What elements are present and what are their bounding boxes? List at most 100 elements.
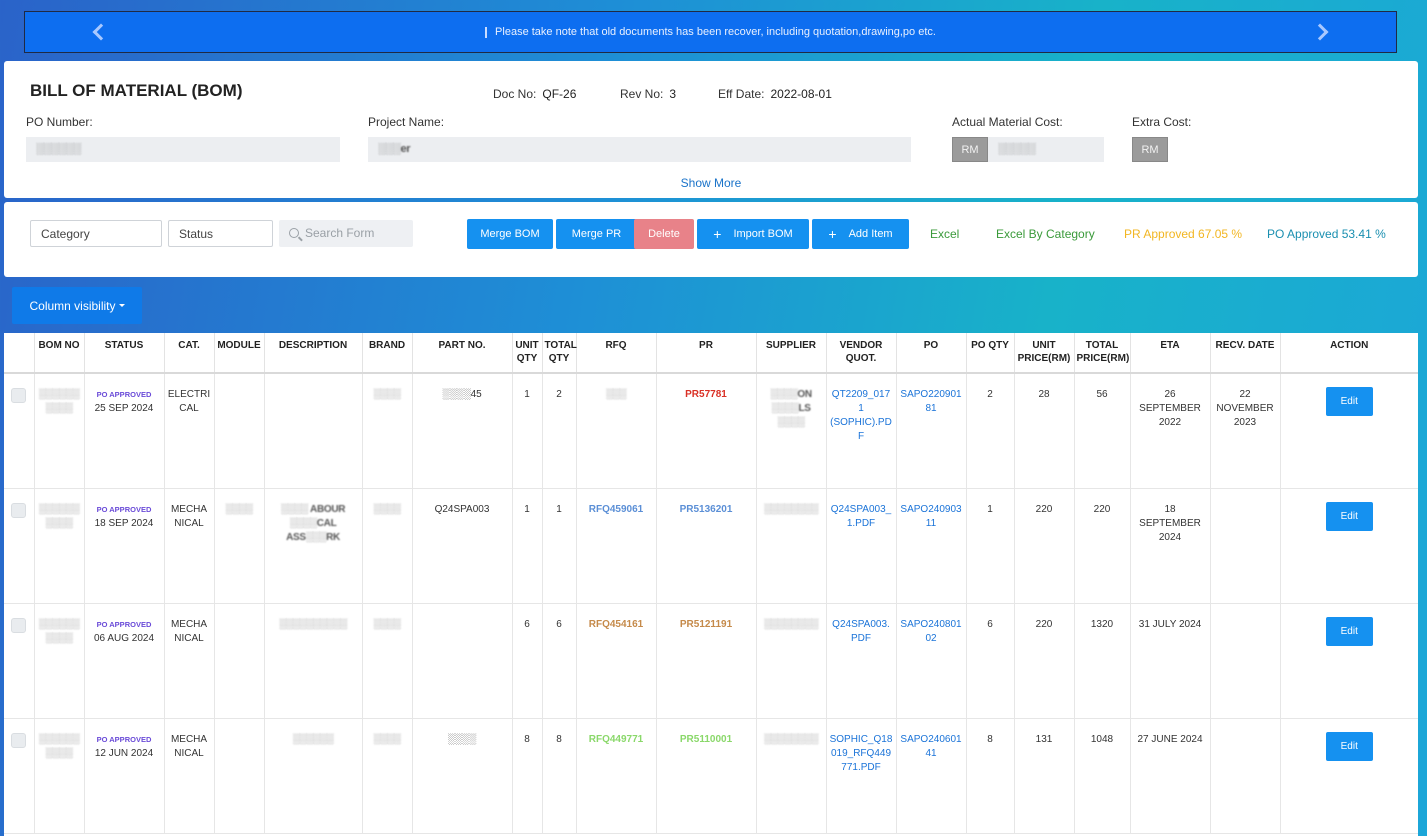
- status-cell: PO APPROVED 06 AUG 2024: [83, 603, 164, 719]
- column-header[interactable]: TOTAL QTY: [541, 333, 577, 374]
- column-header[interactable]: PART NO.: [411, 333, 512, 374]
- po-link[interactable]: SAPO24090311: [900, 504, 961, 529]
- bom-no-cell: ░░░░░░░░░░: [33, 373, 84, 489]
- table-row: ░░░░░░░░░░ PO APPROVED 06 AUG 2024 MECHAN…: [4, 603, 1418, 719]
- actual-cost-field[interactable]: ░░░░░: [988, 137, 1104, 162]
- module-cell: [213, 373, 264, 489]
- excel-link[interactable]: Excel: [930, 227, 959, 241]
- column-visibility-button[interactable]: Column visibility: [12, 287, 142, 324]
- column-header[interactable]: SUPPLIER: [755, 333, 826, 374]
- category-select[interactable]: Category: [30, 220, 162, 247]
- po-qty-cell: 8: [965, 718, 1014, 834]
- bom-no-cell: ░░░░░░░░░░: [33, 603, 84, 719]
- edit-button[interactable]: Edit: [1325, 387, 1373, 416]
- column-header[interactable]: PO QTY: [965, 333, 1014, 374]
- brand-cell: ░░░░: [361, 373, 412, 489]
- column-header[interactable]: ETA: [1129, 333, 1210, 374]
- eta-cell: 18 SEPTEMBER 2024: [1129, 488, 1210, 604]
- merge-pr-button[interactable]: Merge PR: [556, 219, 637, 249]
- part-no-cell: ░░░░: [411, 718, 512, 834]
- column-header[interactable]: BRAND: [361, 333, 412, 374]
- column-header[interactable]: TOTAL PRICE(RM): [1073, 333, 1130, 374]
- eta-cell: 27 JUNE 2024: [1129, 718, 1210, 834]
- column-header[interactable]: PR: [655, 333, 756, 374]
- unit-qty-cell: 6: [511, 603, 542, 719]
- chevron-right-icon[interactable]: [1311, 23, 1329, 41]
- pr-cell: PR5136201: [655, 488, 756, 604]
- po-link[interactable]: SAPO24060141: [900, 734, 961, 759]
- column-header[interactable]: PO: [895, 333, 966, 374]
- row-checkbox[interactable]: [11, 502, 27, 518]
- rfq-cell: ░░░: [575, 373, 656, 489]
- column-header[interactable]: STATUS: [83, 333, 164, 374]
- column-header[interactable]: MODULE: [213, 333, 264, 374]
- recv-date-cell: [1209, 603, 1280, 719]
- pr-link[interactable]: PR5121191: [680, 619, 732, 630]
- column-header[interactable]: VENDOR QUOT.: [825, 333, 896, 374]
- po-qty-cell: 1: [965, 488, 1014, 604]
- import-bom-button[interactable]: + Import BOM: [697, 219, 809, 249]
- pr-link[interactable]: PR57781: [685, 389, 727, 400]
- po-number-field[interactable]: ░░░░░░: [26, 137, 340, 162]
- edit-button[interactable]: Edit: [1325, 616, 1373, 646]
- rfq-link[interactable]: RFQ449771: [589, 734, 643, 745]
- rfq-link[interactable]: RFQ454161: [589, 619, 643, 630]
- column-header[interactable]: RECV. DATE: [1209, 333, 1280, 374]
- column-header[interactable]: ACTION: [1279, 333, 1418, 374]
- add-item-button[interactable]: + Add Item: [812, 219, 909, 249]
- pr-link[interactable]: PR5110001: [680, 734, 732, 745]
- show-more-link[interactable]: Show More: [4, 176, 1418, 190]
- column-header[interactable]: [4, 333, 34, 374]
- vendor-quot-link[interactable]: QT2209_0171 (SOPHIC).PDF: [830, 389, 892, 442]
- supplier-cell: ░░░░░░░░: [755, 603, 826, 719]
- unit-price-cell: 131: [1013, 718, 1074, 834]
- total-qty-cell: 8: [541, 718, 576, 834]
- row-select-cell: [4, 373, 34, 489]
- row-select-cell: [4, 718, 34, 834]
- column-header[interactable]: UNIT PRICE(RM): [1013, 333, 1074, 374]
- vendor-quot-link[interactable]: Q24SPA003_1.PDF: [831, 504, 891, 529]
- merge-bom-button[interactable]: Merge BOM: [467, 219, 553, 249]
- row-checkbox[interactable]: [11, 732, 27, 748]
- rfq-cell: RFQ459061: [575, 488, 656, 604]
- announcement-banner: Please take note that old documents has …: [24, 11, 1397, 53]
- excel-by-category-link[interactable]: Excel By Category: [996, 227, 1095, 241]
- status-select[interactable]: Status: [168, 220, 273, 247]
- description-cell: [263, 373, 362, 489]
- extra-cost-label: Extra Cost:: [1132, 115, 1192, 129]
- column-header[interactable]: CAT.: [163, 333, 214, 374]
- column-header[interactable]: DESCRIPTION: [263, 333, 362, 374]
- vendor-quot-link[interactable]: SOPHIC_Q18019_RFQ449771.PDF: [830, 734, 893, 773]
- search-input[interactable]: Search Form: [279, 220, 413, 247]
- delete-button[interactable]: Delete: [634, 219, 694, 249]
- toolbar-card: Category Status Search Form Merge BOM Me…: [4, 202, 1418, 277]
- po-cell: SAPO22090181: [895, 373, 966, 489]
- column-header[interactable]: UNIT QTY: [511, 333, 542, 374]
- bom-header-card: BILL OF MATERIAL (BOM) Doc No: QF-26 Rev …: [4, 61, 1418, 198]
- edit-button[interactable]: Edit: [1325, 731, 1373, 761]
- vendor-quot-link[interactable]: Q24SPA003.PDF: [832, 619, 890, 644]
- module-cell: [213, 603, 264, 719]
- unit-qty-cell: 8: [511, 718, 542, 834]
- chevron-left-icon[interactable]: [92, 23, 110, 41]
- row-checkbox[interactable]: [11, 388, 27, 403]
- column-header[interactable]: RFQ: [575, 333, 656, 374]
- po-link[interactable]: SAPO22090181: [900, 389, 961, 414]
- actual-cost-currency: RM: [952, 137, 988, 162]
- po-link[interactable]: SAPO24080102: [900, 619, 961, 644]
- eff-date: Eff Date: 2022-08-01: [718, 87, 832, 101]
- supplier-cell: ░░░░░░░░: [755, 488, 826, 604]
- project-name-field[interactable]: ░░░er: [368, 137, 911, 162]
- status-badge: PO APPROVED: [96, 504, 152, 514]
- plus-icon: +: [828, 226, 837, 242]
- column-header[interactable]: BOM NO: [33, 333, 84, 374]
- row-checkbox[interactable]: [11, 617, 27, 633]
- brand-cell: ░░░░: [361, 603, 412, 719]
- edit-button[interactable]: Edit: [1325, 501, 1373, 531]
- total-price-cell: 220: [1073, 488, 1130, 604]
- rfq-link[interactable]: RFQ459061: [589, 504, 643, 515]
- rfq-link[interactable]: ░░░: [606, 389, 627, 400]
- pr-link[interactable]: PR5136201: [680, 504, 733, 515]
- bom-table: BOM NO STATUS CAT. MODULE DESCRIPTION BRAND PA…: [4, 333, 1418, 836]
- description-cell: ░░░░ ABOUR ░░░░CAL ASS░░░RK: [263, 488, 362, 604]
